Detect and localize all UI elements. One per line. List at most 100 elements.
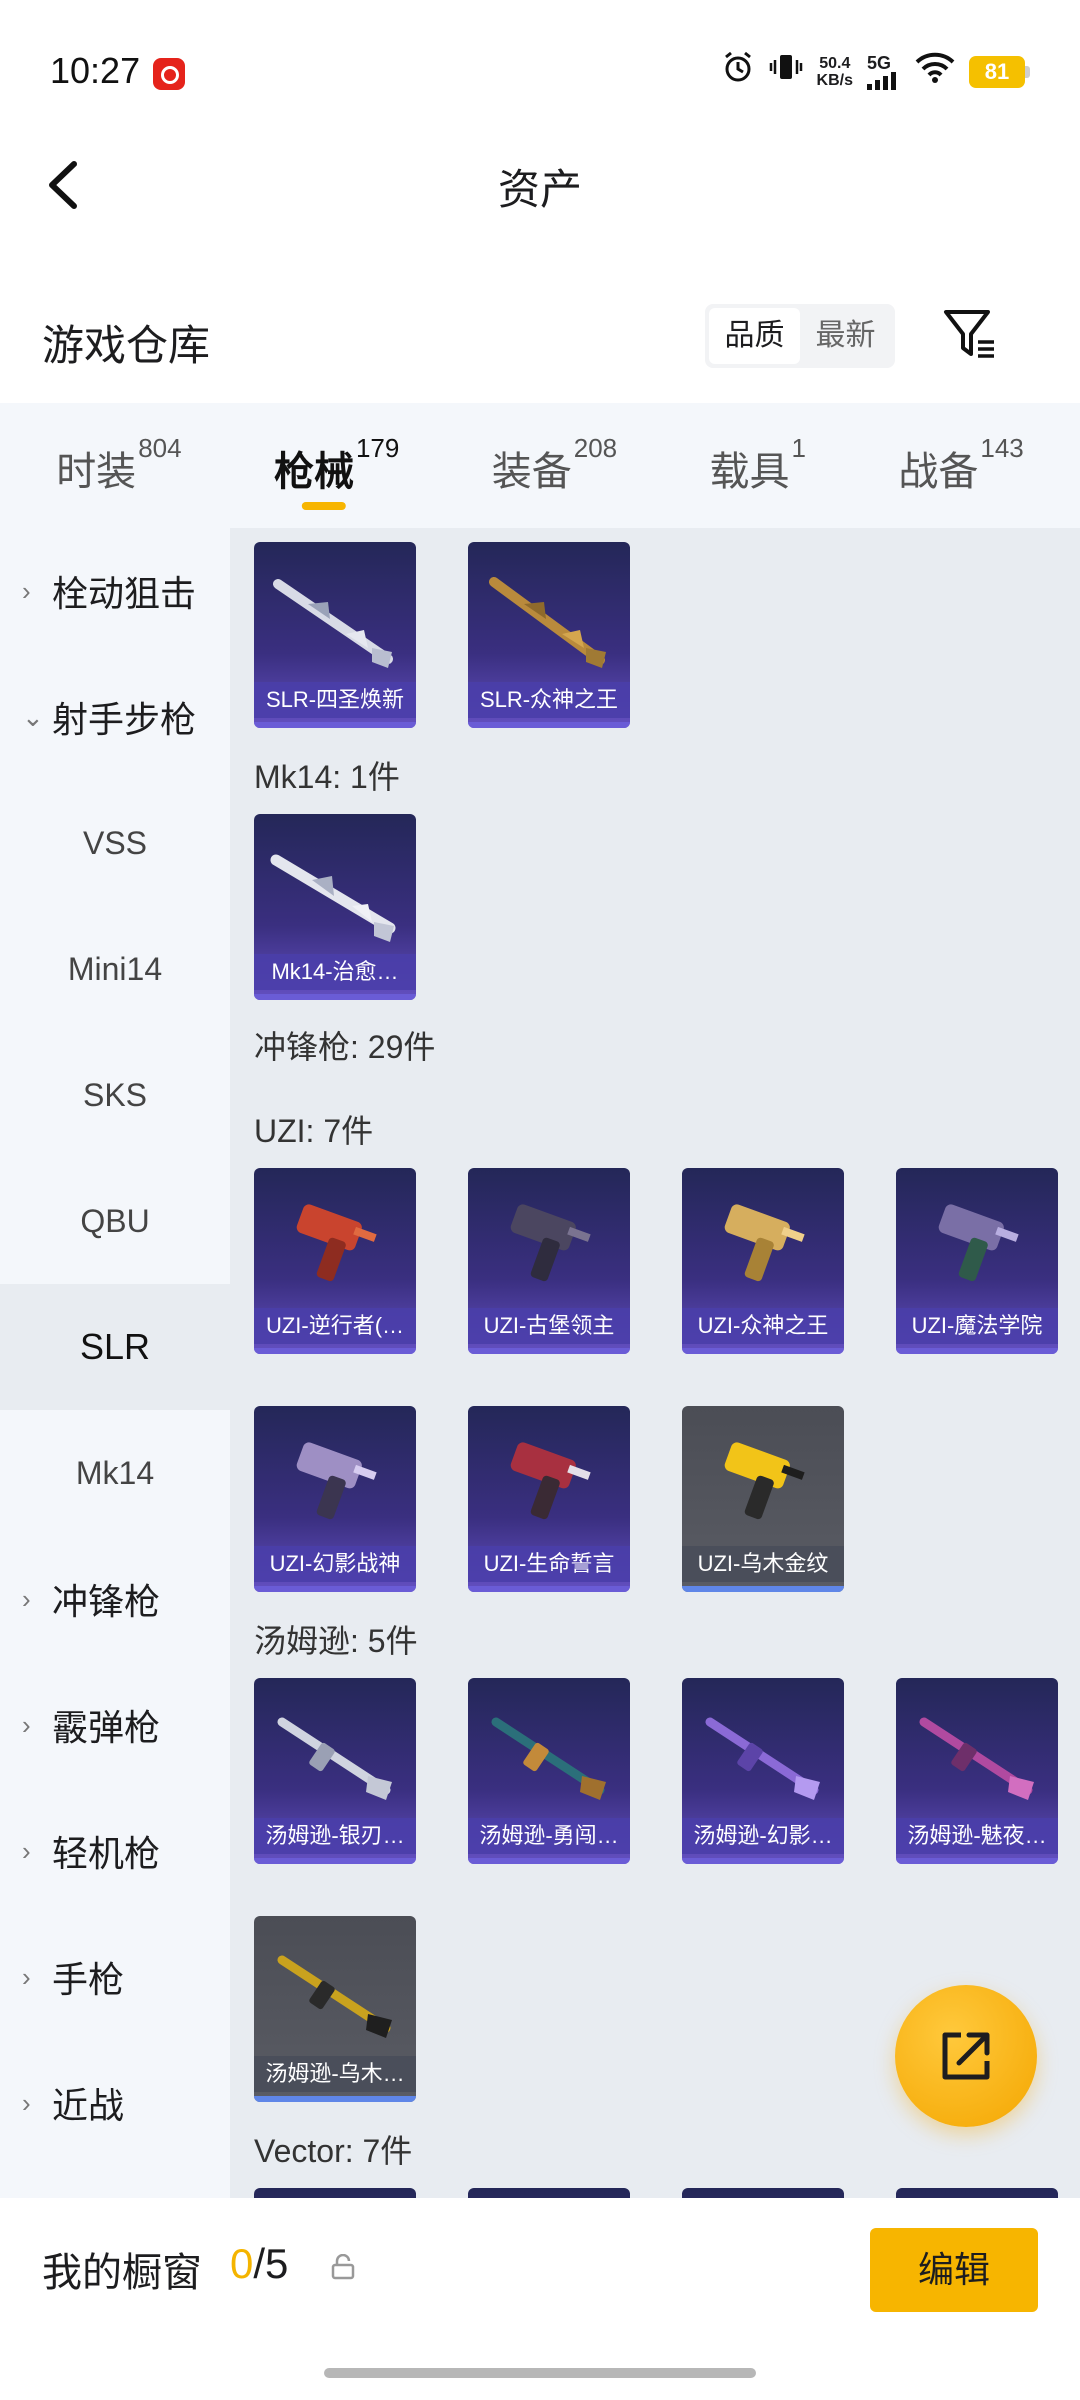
skin-name: 汤姆逊-魅夜… xyxy=(896,1818,1058,1854)
group-label-thompson: 汤姆逊: 5件 xyxy=(254,1623,418,1659)
sidebar-item-smg[interactable]: › 冲锋枪 xyxy=(0,1536,230,1662)
skin-name: 汤姆逊-银刃… xyxy=(254,1818,416,1854)
showcase-total: /5 xyxy=(253,2240,289,2287)
sidebar-item-pistol[interactable]: › 手枪 xyxy=(0,1914,230,2040)
group-label-uzi: UZI: 7件 xyxy=(254,1113,374,1149)
edit-button[interactable]: 编辑 xyxy=(870,2228,1038,2312)
tab-equipment[interactable]: 装备208 xyxy=(492,403,617,528)
skin-card[interactable] xyxy=(682,2188,844,2198)
filter-button[interactable] xyxy=(940,304,1000,364)
sidebar-item-label: 近战 xyxy=(52,2085,125,2126)
chevron-right-icon: › xyxy=(22,1583,31,1614)
sidebar-item-sks[interactable]: SKS xyxy=(0,1032,230,1158)
skin-name: UZI-幻影战神 xyxy=(254,1546,416,1582)
sort-quality-button[interactable]: 品质 xyxy=(709,308,800,364)
sidebar-item-marksman-rifle[interactable]: ⌄ 射手步枪 xyxy=(0,654,230,780)
sidebar-item-slr[interactable]: SLR xyxy=(0,1284,230,1410)
sidebar-item-mini14[interactable]: Mini14 xyxy=(0,906,230,1032)
group-label-smg: 冲锋枪: 29件 xyxy=(254,1029,436,1065)
rifle-icon xyxy=(270,854,396,942)
tab-count: 1 xyxy=(791,433,806,463)
title-bar: 资产 xyxy=(0,140,1080,230)
smg-icon xyxy=(277,1955,392,2038)
chevron-down-icon: ⌄ xyxy=(22,701,44,732)
weapon-sidebar: › 栓动狙击 ⌄ 射手步枪 VSS Mini14 SKS QBU SLR Mk1… xyxy=(0,528,230,2198)
skin-card[interactable]: UZI-逆行者(… xyxy=(254,1168,416,1354)
skin-name: UZI-众神之王 xyxy=(682,1308,844,1344)
smg-icon xyxy=(510,1442,591,1520)
sidebar-item-shotgun[interactable]: › 霰弹枪 xyxy=(0,1662,230,1788)
chevron-right-icon: › xyxy=(22,1709,31,1740)
smg-icon xyxy=(491,1717,606,1800)
rifle-icon xyxy=(489,577,606,668)
skin-card[interactable]: 汤姆逊-勇闯… xyxy=(468,1678,630,1864)
group-label-mk14: Mk14: 1件 xyxy=(254,759,400,795)
showcase-current: 0 xyxy=(230,2240,254,2287)
tab-vehicles[interactable]: 载具1 xyxy=(710,403,806,528)
showcase-bar: 我的橱窗 0/5 编辑 xyxy=(0,2198,1080,2400)
battery-level: 81 xyxy=(969,55,1025,88)
sort-newest-button[interactable]: 最新 xyxy=(800,308,891,364)
skin-card[interactable]: UZI-魔法学院 xyxy=(896,1168,1058,1354)
skin-card[interactable]: UZI-生命誓言 xyxy=(468,1406,630,1592)
network-speed-unit: KB/s xyxy=(816,71,853,89)
status-bar: 10:27 50.4 KB/s 5G 81 xyxy=(0,0,1080,140)
skin-name: UZI-魔法学院 xyxy=(896,1308,1058,1344)
network-speed-value: 50.4 xyxy=(819,54,851,72)
skin-card[interactable]: SLR-众神之王 xyxy=(468,542,630,728)
skin-card[interactable]: SLR-四圣焕新 xyxy=(254,542,416,728)
skin-name: SLR-四圣焕新 xyxy=(254,682,416,718)
sidebar-item-vss[interactable]: VSS xyxy=(0,780,230,906)
skin-card[interactable]: UZI-乌木金纹 xyxy=(682,1406,844,1592)
skin-name: Mk14-治愈… xyxy=(254,954,416,990)
network-type: 5G xyxy=(867,52,892,73)
chevron-right-icon: › xyxy=(22,1835,31,1866)
wifi-icon xyxy=(915,51,955,92)
sidebar-item-bolt-sniper[interactable]: › 栓动狙击 xyxy=(0,528,230,654)
category-tabs: 时装804 枪械179 装备208 载具1 战备143 xyxy=(0,403,1080,528)
tab-count: 179 xyxy=(355,433,400,463)
sidebar-item-label: SKS xyxy=(82,1076,148,1113)
skin-card[interactable]: 汤姆逊-魅夜… xyxy=(896,1678,1058,1864)
sort-toggle: 品质 最新 xyxy=(705,304,895,368)
skin-name: UZI-逆行者(… xyxy=(254,1308,416,1344)
tab-outfits[interactable]: 时装804 xyxy=(56,403,181,528)
chevron-right-icon: › xyxy=(22,2087,31,2118)
skin-card[interactable] xyxy=(896,2188,1058,2198)
tab-label: 载具 xyxy=(709,450,790,494)
sidebar-item-melee[interactable]: › 近战 xyxy=(0,2040,230,2166)
share-fab-button[interactable] xyxy=(895,1985,1037,2127)
skin-card[interactable]: UZI-众神之王 xyxy=(682,1168,844,1354)
skin-card[interactable]: 汤姆逊-乌木… xyxy=(254,1916,416,2102)
home-indicator[interactable] xyxy=(324,2368,756,2378)
alarm-icon xyxy=(721,50,755,93)
skin-card[interactable] xyxy=(468,2188,630,2198)
skin-card[interactable]: Mk14-治愈… xyxy=(254,814,416,1000)
sidebar-item-label: VSS xyxy=(82,824,148,861)
tab-supplies[interactable]: 战备143 xyxy=(898,403,1023,528)
chevron-right-icon: › xyxy=(22,1961,31,1992)
tab-count: 208 xyxy=(573,433,618,463)
smg-icon xyxy=(296,1442,377,1520)
tab-label: 枪械 xyxy=(273,450,354,494)
sidebar-item-label: 栓动狙击 xyxy=(52,573,197,614)
skin-card[interactable]: 汤姆逊-幻影… xyxy=(682,1678,844,1864)
skin-name: 汤姆逊-勇闯… xyxy=(468,1818,630,1854)
smg-icon xyxy=(724,1442,805,1520)
signal-icon xyxy=(867,71,896,90)
showcase-count: 0/5 xyxy=(230,2240,288,2288)
sidebar-item-qbu[interactable]: QBU xyxy=(0,1158,230,1284)
skin-card[interactable]: 汤姆逊-银刃… xyxy=(254,1678,416,1864)
smg-icon xyxy=(705,1717,820,1800)
cellular-signal: 5G xyxy=(867,54,901,90)
showcase-label: 我的橱窗 xyxy=(42,2251,202,2295)
sidebar-item-mk14[interactable]: Mk14 xyxy=(0,1410,230,1536)
tab-firearms[interactable]: 枪械179 xyxy=(274,403,399,528)
skin-card[interactable] xyxy=(254,2188,416,2198)
sidebar-item-lmg[interactable]: › 轻机枪 xyxy=(0,1788,230,1914)
sidebar-item-label: 霰弹枪 xyxy=(52,1707,161,1748)
skin-card[interactable]: UZI-古堡领主 xyxy=(468,1168,630,1354)
smg-icon xyxy=(277,1717,392,1800)
lock-icon xyxy=(331,2254,355,2280)
skin-card[interactable]: UZI-幻影战神 xyxy=(254,1406,416,1592)
